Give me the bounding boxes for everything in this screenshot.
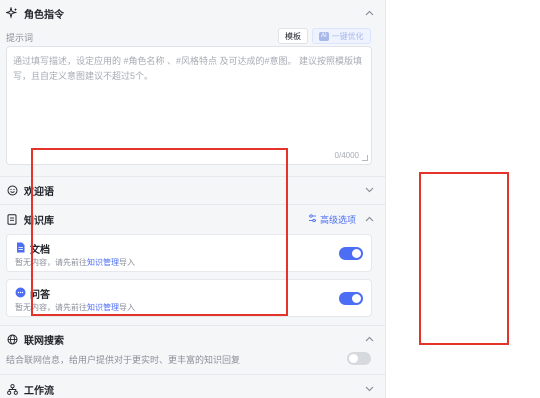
- document-icon: [15, 242, 26, 253]
- toggle-knob: [349, 354, 358, 363]
- web-search-header[interactable]: 联网搜索: [0, 330, 386, 348]
- chevron-up-icon[interactable]: [364, 214, 374, 224]
- annotation-box: [31, 148, 288, 316]
- optimize-button[interactable]: AI 一键优化: [312, 28, 371, 44]
- sparkle-icon: [6, 7, 18, 19]
- role-instruction-title: 角色指令: [24, 9, 64, 21]
- workflow-icon: [6, 383, 18, 395]
- template-button-label: 模板: [285, 31, 301, 41]
- chevron-down-icon[interactable]: [364, 384, 374, 394]
- smile-icon: [6, 184, 18, 196]
- ai-badge: AI: [319, 31, 329, 41]
- resize-handle[interactable]: [362, 155, 368, 161]
- web-search-title: 联网搜索: [24, 335, 64, 347]
- document-toggle[interactable]: [339, 247, 363, 260]
- chevron-up-icon[interactable]: [364, 8, 374, 18]
- web-search-desc: 结合联网信息，给用户提供对于更实时、更丰富的知识回复: [6, 355, 241, 365]
- optimize-button-label: 一键优化: [331, 31, 364, 41]
- annotation-box: [419, 172, 509, 345]
- divider: [0, 374, 386, 375]
- toggle-knob: [352, 294, 361, 303]
- web-search-toggle[interactable]: [347, 352, 371, 365]
- advanced-options-label: 高级选项: [319, 214, 356, 225]
- toggle-knob: [352, 249, 361, 258]
- template-button[interactable]: 模板: [278, 28, 308, 44]
- workflow-title: 工作流: [24, 385, 54, 397]
- qa-toggle[interactable]: [339, 292, 363, 305]
- globe-icon: [6, 333, 18, 345]
- role-instruction-header[interactable]: 角色指令: [0, 4, 386, 22]
- prompt-label: 提示词: [6, 33, 34, 43]
- sliders-icon: [308, 213, 317, 225]
- advanced-options-link[interactable]: 高级选项: [308, 213, 356, 226]
- workflow-header[interactable]: 工作流: [0, 380, 386, 398]
- chevron-up-icon[interactable]: [364, 334, 374, 344]
- book-icon: [6, 213, 18, 225]
- character-counter: 0/4000: [334, 151, 359, 160]
- divider: [0, 325, 386, 326]
- prompt-placeholder: 通过填写描述，设定应用的 #角色名称 、#风格特点 及可达成的#意图。 建议按照…: [13, 56, 363, 81]
- qa-icon: [15, 287, 26, 298]
- chevron-down-icon[interactable]: [364, 185, 374, 195]
